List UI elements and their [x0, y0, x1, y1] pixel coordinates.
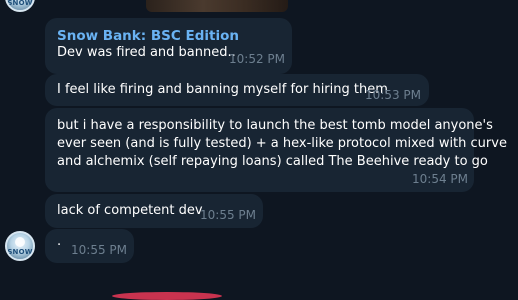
sender-name[interactable]: Snow Bank: BSC Edition	[57, 28, 239, 44]
message-time: 10:54 PM	[412, 172, 468, 186]
message-text: I feel like firing and banning myself fo…	[57, 82, 388, 97]
message-text: Dev was fired and banned..	[57, 45, 236, 60]
avatar-label: SNOW	[7, 248, 33, 256]
avatar-label: SNOW	[7, 0, 33, 7]
media-preview[interactable]	[146, 0, 288, 12]
next-message-preview	[112, 292, 222, 300]
message-bubble[interactable]: I feel like firing and banning myself fo…	[45, 74, 429, 106]
snowflake-icon	[15, 237, 25, 247]
message-bubble[interactable]: lack of competent dev 10:55 PM	[45, 194, 263, 228]
message-text-line: ever seen (and is fully tested) + a hex-…	[57, 136, 507, 151]
message-bubble[interactable]: Snow Bank: BSC Edition Dev was fired and…	[45, 18, 292, 74]
sender-avatar[interactable]: SNOW	[5, 231, 35, 261]
message-time: 10:52 PM	[229, 52, 285, 66]
message-text: lack of competent dev	[57, 203, 203, 218]
message-bubble[interactable]: but i have a responsibility to launch th…	[45, 108, 507, 192]
message-time: 10:55 PM	[200, 208, 256, 222]
message-text-line: and alchemix (self repaying loans) calle…	[57, 154, 488, 169]
message-bubble[interactable]: · 10:55 PM	[45, 229, 134, 263]
message-text: ·	[57, 238, 62, 253]
message-text-line: but i have a responsibility to launch th…	[57, 118, 493, 133]
message-time: 10:55 PM	[71, 243, 127, 257]
sender-avatar-top[interactable]: SNOW	[5, 0, 35, 12]
message-time: 10:53 PM	[365, 88, 421, 102]
